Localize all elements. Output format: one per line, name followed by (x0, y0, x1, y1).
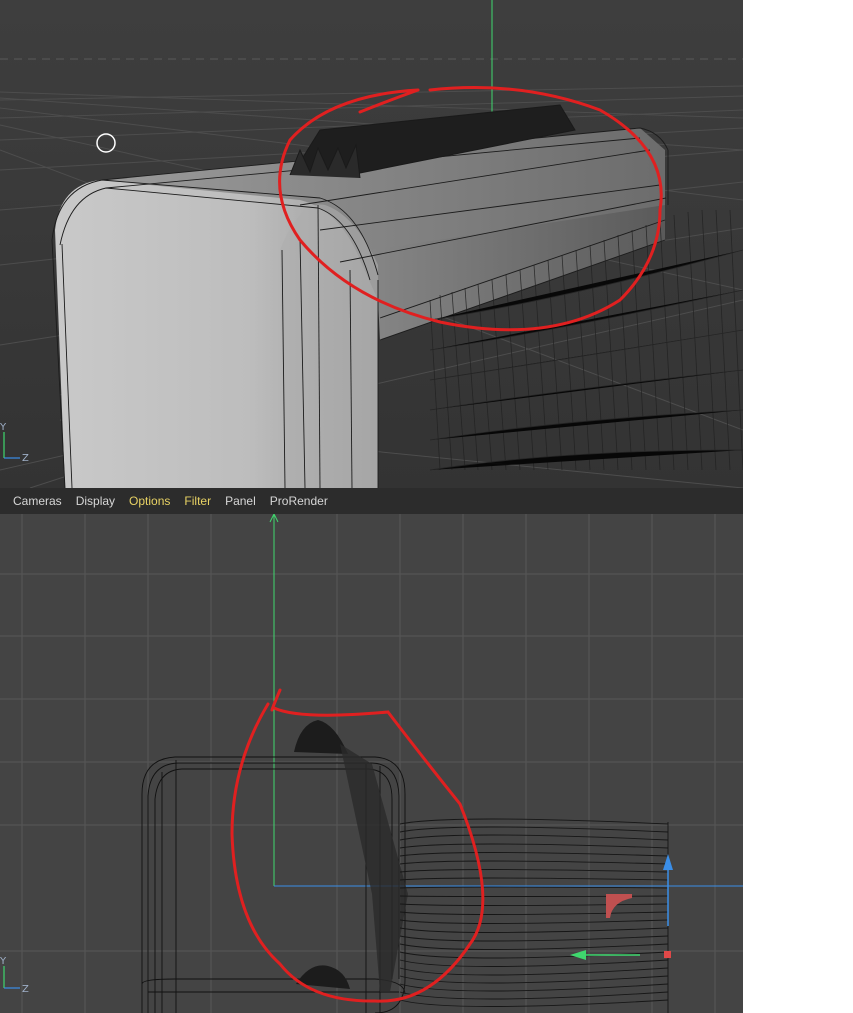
blank-margin (743, 0, 853, 1013)
viewport-menubar: Cameras Display Options Filter Panel Pro… (0, 488, 743, 514)
axis-z-label: Z (22, 984, 29, 995)
perspective-viewport[interactable]: Y Z (0, 0, 743, 488)
gizmo-center-handle[interactable] (664, 951, 671, 958)
menu-panel[interactable]: Panel (218, 488, 263, 514)
menu-prorender[interactable]: ProRender (263, 488, 335, 514)
menu-filter[interactable]: Filter (177, 488, 218, 514)
menu-cameras[interactable]: Cameras (6, 488, 69, 514)
axis-y-label: Y (0, 956, 7, 967)
axis-z-label: Z (22, 453, 29, 464)
menu-display[interactable]: Display (69, 488, 122, 514)
orthographic-viewport[interactable]: Y Z (0, 514, 743, 1013)
menu-options[interactable]: Options (122, 488, 177, 514)
perspective-scene: Y Z (0, 0, 743, 488)
orthographic-scene: Y Z (0, 514, 743, 1013)
axis-y-label: Y (0, 422, 7, 433)
